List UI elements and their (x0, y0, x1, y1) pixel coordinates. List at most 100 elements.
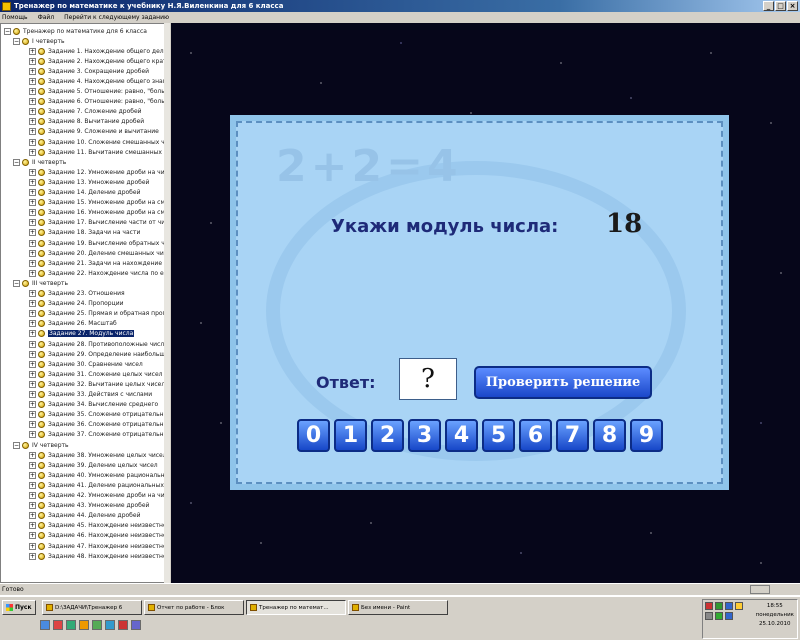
expand-icon[interactable]: + (29, 532, 36, 540)
tree-task-item[interactable]: + Задание 39. Деление целых чисел (29, 460, 158, 470)
answer-field[interactable]: ? (399, 358, 457, 400)
expand-icon[interactable]: + (29, 350, 36, 358)
tree-task-item[interactable]: + Задание 20. Деление смешанных чисел (29, 248, 169, 258)
tree-task-item[interactable]: + Задание 7. Сложение дробей (29, 107, 142, 117)
tree-task-item[interactable]: + Задание 37. Сложение отрицательных (29, 430, 169, 440)
tree-quarter-node[interactable]: − III четверть (13, 278, 68, 288)
menu-help[interactable]: Помощь (2, 14, 28, 21)
digit-button-9[interactable]: 9 (630, 419, 663, 452)
check-solution-button[interactable]: Проверить решение (474, 366, 652, 399)
tree-task-item[interactable]: + Задание 48. Нахождение неизвестного (29, 551, 169, 561)
expand-icon[interactable]: + (29, 259, 36, 267)
menu-file[interactable]: Файл (38, 14, 55, 21)
collapse-icon[interactable]: − (13, 279, 20, 287)
tree-task-item[interactable]: + Задание 25. Прямая и обратная пропорцио… (29, 309, 169, 319)
expand-icon[interactable]: + (29, 512, 36, 520)
tree-task-item[interactable]: + Задание 46. Нахождение неизвестного (29, 531, 169, 541)
security-icon[interactable] (735, 602, 743, 610)
expand-icon[interactable]: + (29, 421, 36, 429)
tree-task-item[interactable]: + Задание 13. Умножение дробей (29, 177, 149, 187)
expand-icon[interactable]: + (29, 128, 36, 136)
expand-icon[interactable]: + (29, 340, 36, 348)
expand-icon[interactable]: + (29, 138, 36, 146)
expand-icon[interactable]: + (29, 148, 36, 156)
tree-task-item[interactable]: + Задание 47. Нахождение неизвестного (29, 541, 169, 551)
expand-icon[interactable]: + (29, 451, 36, 459)
tree-task-item[interactable]: + Задание 27. Модуль числа (29, 329, 135, 339)
minimize-button[interactable]: _ (763, 1, 774, 11)
expand-icon[interactable]: + (29, 67, 36, 75)
expand-icon[interactable]: + (29, 168, 36, 176)
expand-icon[interactable]: + (29, 249, 36, 257)
digit-button-0[interactable]: 0 (297, 419, 330, 452)
clock[interactable]: 18:55 понедельник 25.10.2010 (756, 602, 794, 629)
tree-task-item[interactable]: + Задание 8. Вычитание дробей (29, 117, 144, 127)
expand-icon[interactable]: + (29, 219, 36, 227)
expand-icon[interactable]: + (29, 471, 36, 479)
tree-task-item[interactable]: + Задание 12. Умножение дроби на число (29, 167, 169, 177)
tree-task-item[interactable]: + Задание 15. Умножение дроби на смешанно… (29, 198, 169, 208)
expand-icon[interactable]: + (29, 481, 36, 489)
expand-icon[interactable]: + (29, 391, 36, 398)
maximize-button[interactable]: □ (775, 1, 786, 11)
tree-task-item[interactable]: + Задание 4. Нахождение общего знаменател… (29, 76, 169, 86)
tree-task-item[interactable]: + Задание 5. Отношение: равно, "больше" (29, 87, 169, 97)
tree-task-item[interactable]: + Задание 17. Вычисление части от числа (29, 218, 169, 228)
expand-icon[interactable]: + (29, 209, 36, 217)
tree-task-item[interactable]: + Задание 31. Сложение целых чисел (29, 369, 163, 379)
digit-button-2[interactable]: 2 (371, 419, 404, 452)
tree-task-item[interactable]: + Задание 22. Нахождение числа по его час… (29, 268, 169, 278)
digit-button-4[interactable]: 4 (445, 419, 478, 452)
expand-icon[interactable]: + (29, 269, 36, 277)
expand-icon[interactable]: + (29, 310, 36, 318)
tree-task-item[interactable]: + Задание 1. Нахождение общего делителя (29, 46, 169, 56)
tree-task-item[interactable]: + Задание 3. Сокращение дробей (29, 66, 149, 76)
tree-quarter-node[interactable]: − I четверть (13, 36, 64, 46)
expand-icon[interactable]: + (29, 189, 36, 196)
tree-task-item[interactable]: + Задание 36. Сложение отрицательных (29, 420, 169, 430)
expand-icon[interactable]: + (29, 229, 36, 237)
expand-icon[interactable]: + (29, 552, 36, 560)
expand-icon[interactable]: + (29, 411, 36, 419)
tree-task-item[interactable]: + Задание 10. Сложение смешанных чисел (29, 137, 169, 147)
expand-icon[interactable]: + (29, 431, 36, 439)
expand-icon[interactable]: + (29, 47, 36, 55)
tree-root[interactable]: − Тренажер по математике для 6 класса (4, 26, 147, 36)
expand-icon[interactable]: + (29, 492, 36, 499)
tree-task-item[interactable]: + Задание 33. Действия с числами (29, 390, 152, 400)
tree-task-item[interactable]: + Задание 29. Определение наибольшего (29, 349, 169, 359)
expand-icon[interactable]: + (29, 98, 36, 106)
tree-task-item[interactable]: + Задание 30. Сравнение чисел (29, 359, 143, 369)
tree-task-item[interactable]: + Задание 2. Нахождение общего кратного (29, 56, 169, 66)
collapse-icon[interactable]: − (13, 441, 20, 449)
digit-button-7[interactable]: 7 (556, 419, 589, 452)
expand-icon[interactable]: + (29, 542, 36, 550)
media-icon[interactable] (79, 620, 89, 630)
expand-icon[interactable]: + (29, 108, 36, 116)
collapse-icon[interactable]: − (13, 37, 20, 45)
tree-scrollbar[interactable] (164, 23, 170, 583)
tree-task-item[interactable]: + Задание 9. Сложение и вычитание (29, 127, 159, 137)
tree-task-item[interactable]: + Задание 41. Деление рациональных (29, 480, 164, 490)
tree-task-item[interactable]: + Задание 43. Умножение дробей (29, 501, 149, 511)
digit-button-6[interactable]: 6 (519, 419, 552, 452)
digit-button-5[interactable]: 5 (482, 419, 515, 452)
expand-icon[interactable]: + (29, 239, 36, 247)
tree-quarter-node[interactable]: − II четверть (13, 157, 66, 167)
player-icon[interactable] (131, 620, 141, 630)
tree-quarter-node[interactable]: − IV четверть (13, 440, 69, 450)
close-button[interactable]: × (787, 1, 798, 11)
expand-icon[interactable]: + (29, 77, 36, 85)
volume-icon[interactable] (705, 612, 713, 620)
tree-task-item[interactable]: + Задание 16. Умножение дроби на смешанно… (29, 208, 169, 218)
start-button[interactable]: Пуск (2, 600, 36, 615)
tree-task-item[interactable]: + Задание 42. Умножение дроби на число (29, 491, 169, 501)
collapse-icon[interactable]: − (13, 158, 20, 166)
tree-task-item[interactable]: + Задание 21. Задачи на нахождение (29, 258, 162, 268)
explorer-icon[interactable] (105, 620, 115, 630)
expand-icon[interactable]: + (29, 300, 36, 308)
network-icon[interactable] (715, 602, 723, 610)
tree-task-item[interactable]: + Задание 23. Отношения (29, 289, 125, 299)
tree-task-item[interactable]: + Задание 26. Масштаб (29, 319, 117, 329)
expand-icon[interactable]: + (29, 522, 36, 530)
